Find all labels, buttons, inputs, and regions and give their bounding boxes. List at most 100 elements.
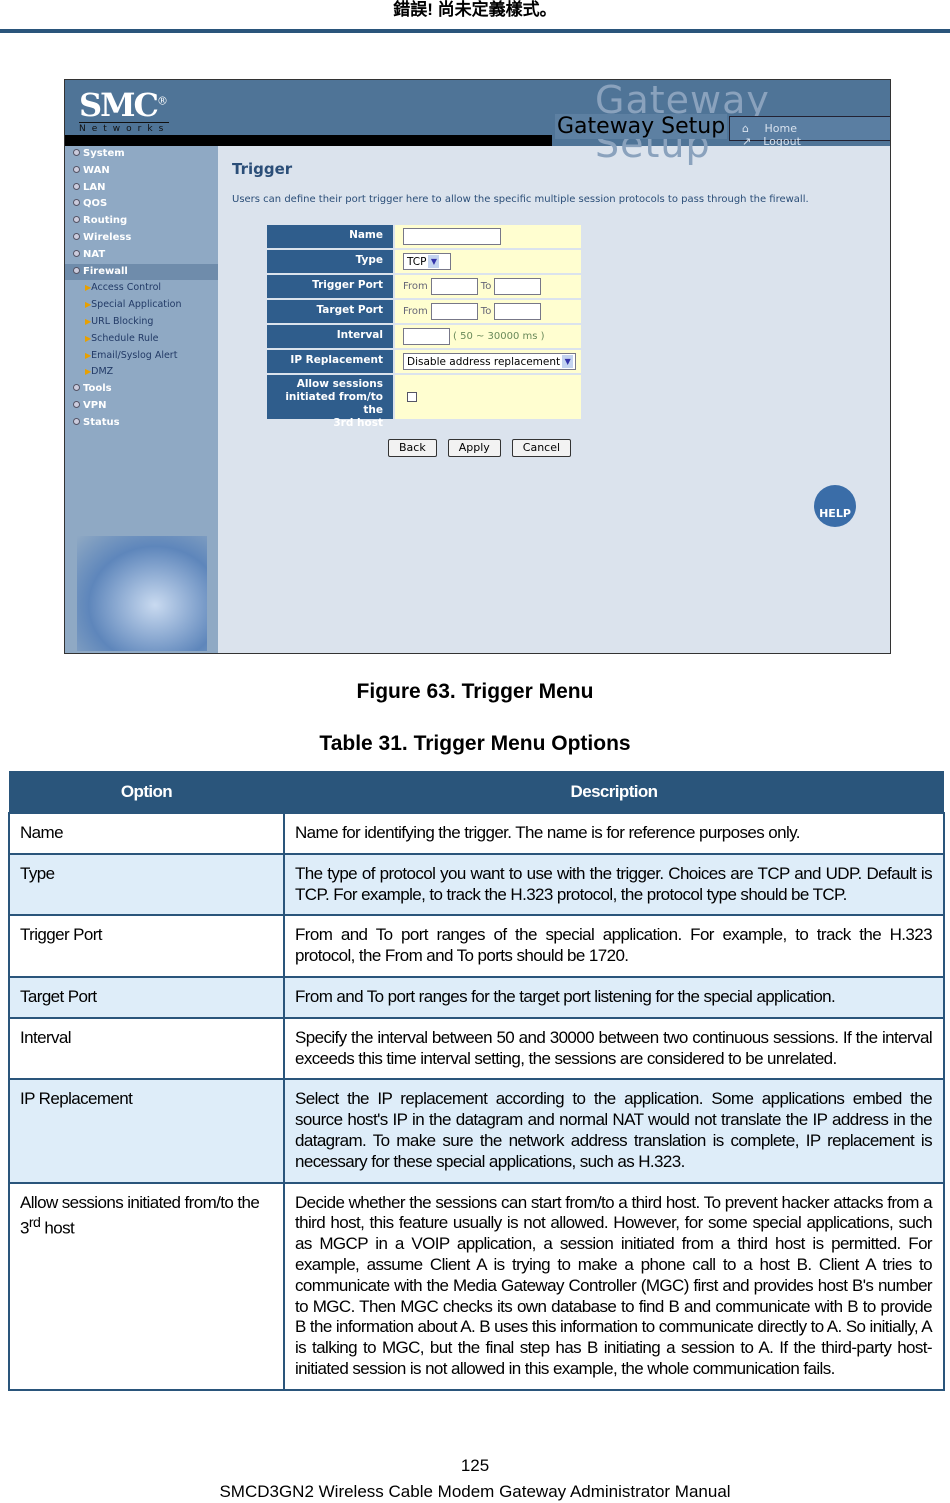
submenu-item[interactable]: ▶Special Application <box>65 297 218 314</box>
description-cell: Name for identifying the trigger. The na… <box>283 812 945 855</box>
bullet-icon <box>73 232 80 240</box>
bullet-icon <box>73 384 80 392</box>
table-row: Interval Specify the interval between 50 … <box>8 1016 945 1081</box>
banner-title: Gateway Setup <box>555 114 728 139</box>
ip-replacement-select[interactable]: Disable address replacement ▼ <box>403 353 576 370</box>
back-button[interactable]: Back <box>388 439 437 457</box>
submenu-item[interactable]: ▶URL Blocking <box>65 314 218 331</box>
sidebar: System WAN LAN QOS Routing Wireless NAT Firewal… <box>65 146 218 653</box>
submenu-item[interactable]: ▶Access Control <box>65 280 218 297</box>
bullet-icon <box>73 417 80 425</box>
submenu-item[interactable]: ▶Email/Syslog Alert <box>65 348 218 365</box>
sidebar-item-vpn[interactable]: VPN <box>65 398 218 415</box>
name-label: Name <box>267 225 393 248</box>
bullet-icon <box>73 165 80 173</box>
page-title: Trigger <box>232 160 293 178</box>
option-sup: rd <box>28 1215 41 1232</box>
target-from-input[interactable] <box>430 303 478 320</box>
allow-sessions-checkbox[interactable] <box>407 392 417 402</box>
sidebar-item-wan[interactable]: WAN <box>65 163 218 180</box>
options-table: Option Description Name Name for identify… <box>8 771 945 1391</box>
button-row: Back Apply Cancel <box>388 439 572 457</box>
sidebar-item-routing[interactable]: Routing <box>65 213 218 230</box>
submenu-label: Access Control <box>91 282 162 294</box>
logo-text: SMC <box>79 86 159 124</box>
name-input[interactable] <box>403 228 501 245</box>
interval-label: Interval <box>267 325 393 348</box>
submenu-label: DMZ <box>91 366 114 378</box>
home-link[interactable]: ⌂ Home <box>742 122 809 135</box>
sidebar-item-label: Routing <box>83 215 128 227</box>
page-header: 錯誤! 尚未定義樣式。 <box>393 0 557 19</box>
ip-replacement-value: Disable address replacement <box>407 355 561 368</box>
to-label: To <box>480 306 492 317</box>
sidebar-item-qos[interactable]: QOS <box>65 196 218 213</box>
submenu-item[interactable]: ▶Schedule Rule <box>65 331 218 348</box>
smc-logo: SMC® <box>79 86 168 124</box>
table-row: Target Port From and To port ranges for t… <box>8 975 945 1019</box>
trigger-form: Name Type TCP ▼ Trigger Port From To Target … <box>267 225 581 429</box>
description-cell: Specify the interval between 50 and 3000… <box>283 1016 945 1081</box>
figure-caption: Figure 63. Trigger Menu <box>356 680 594 703</box>
type-value: TCP <box>407 255 427 268</box>
home-icon: ⌂ <box>742 122 749 135</box>
bullet-icon <box>73 249 80 257</box>
label-line: initiated from/to the <box>285 391 383 416</box>
table-row: Type The type of protocol you want to use… <box>8 852 945 917</box>
sidebar-item-label: Tools <box>83 383 112 395</box>
chevron-down-icon: ▼ <box>562 355 574 368</box>
sidebar-item-firewall[interactable]: Firewall <box>65 263 218 281</box>
description-cell: From and To port ranges for the target p… <box>283 975 945 1019</box>
option-cell: Name <box>8 812 285 855</box>
type-label: Type <box>267 250 393 273</box>
bullet-icon <box>73 216 80 224</box>
bullet-icon <box>73 400 80 408</box>
description-cell: The type of protocol you want to use wit… <box>283 852 945 917</box>
type-select[interactable]: TCP ▼ <box>403 253 451 270</box>
header-rule <box>0 29 950 33</box>
apply-button[interactable]: Apply <box>447 439 501 457</box>
trigger-from-input[interactable] <box>430 278 478 295</box>
page-number: 125 <box>460 1456 490 1475</box>
option-cell: Allow sessions initiated from/to the 3rd… <box>8 1181 285 1391</box>
option-cell: Type <box>8 852 285 917</box>
sidebar-item-lan[interactable]: LAN <box>65 180 218 197</box>
sidebar-item-tools[interactable]: Tools <box>65 381 218 398</box>
submenu-label: Special Application <box>91 299 182 311</box>
sidebar-item-nat[interactable]: NAT <box>65 247 218 264</box>
logo-subtitle: Networks <box>79 122 170 134</box>
from-label: From <box>403 306 428 317</box>
table-row: Name Name for identifying the trigger. Th… <box>8 812 945 855</box>
help-button[interactable]: HELP <box>814 485 856 527</box>
column-header-description: Description <box>284 771 944 813</box>
option-cell: Interval <box>8 1016 285 1081</box>
top-banner: SMC® Networks Gateway Setup Gateway Setu… <box>65 80 890 166</box>
ip-replacement-label: IP Replacement <box>267 350 393 373</box>
target-to-input[interactable] <box>494 303 542 320</box>
table-row: IP Replacement Select the IP replacement … <box>8 1078 945 1184</box>
top-links: ⌂ Home ↗ Logout <box>729 116 890 148</box>
label-line: 3rd host <box>333 417 383 429</box>
bullet-icon <box>73 266 80 274</box>
cancel-button[interactable]: Cancel <box>511 439 572 457</box>
bullet-icon <box>73 149 80 156</box>
interval-input[interactable] <box>403 328 450 345</box>
submenu-label: Schedule Rule <box>91 332 159 344</box>
banner-bar <box>65 135 552 146</box>
option-cell: Trigger Port <box>8 914 285 978</box>
sidebar-item-system[interactable]: System <box>65 146 218 163</box>
target-port-label: Target Port <box>267 300 393 323</box>
sidebar-item-label: Status <box>83 416 120 428</box>
sidebar-item-label: System <box>83 148 125 159</box>
option-cell: IP Replacement <box>8 1078 285 1184</box>
sidebar-item-wireless[interactable]: Wireless <box>65 230 218 247</box>
router-screenshot: SMC® Networks Gateway Setup Gateway Setu… <box>64 79 891 654</box>
submenu-item[interactable]: ▶DMZ <box>65 364 218 381</box>
sidebar-photo <box>77 536 207 651</box>
chevron-down-icon: ▼ <box>428 255 440 268</box>
trigger-to-input[interactable] <box>494 278 542 295</box>
description-cell: Select the IP replacement according to t… <box>283 1078 945 1184</box>
sidebar-item-status[interactable]: Status <box>65 415 218 432</box>
label-line: Allow sessions <box>296 378 383 390</box>
sidebar-item-label: Firewall <box>83 265 128 277</box>
